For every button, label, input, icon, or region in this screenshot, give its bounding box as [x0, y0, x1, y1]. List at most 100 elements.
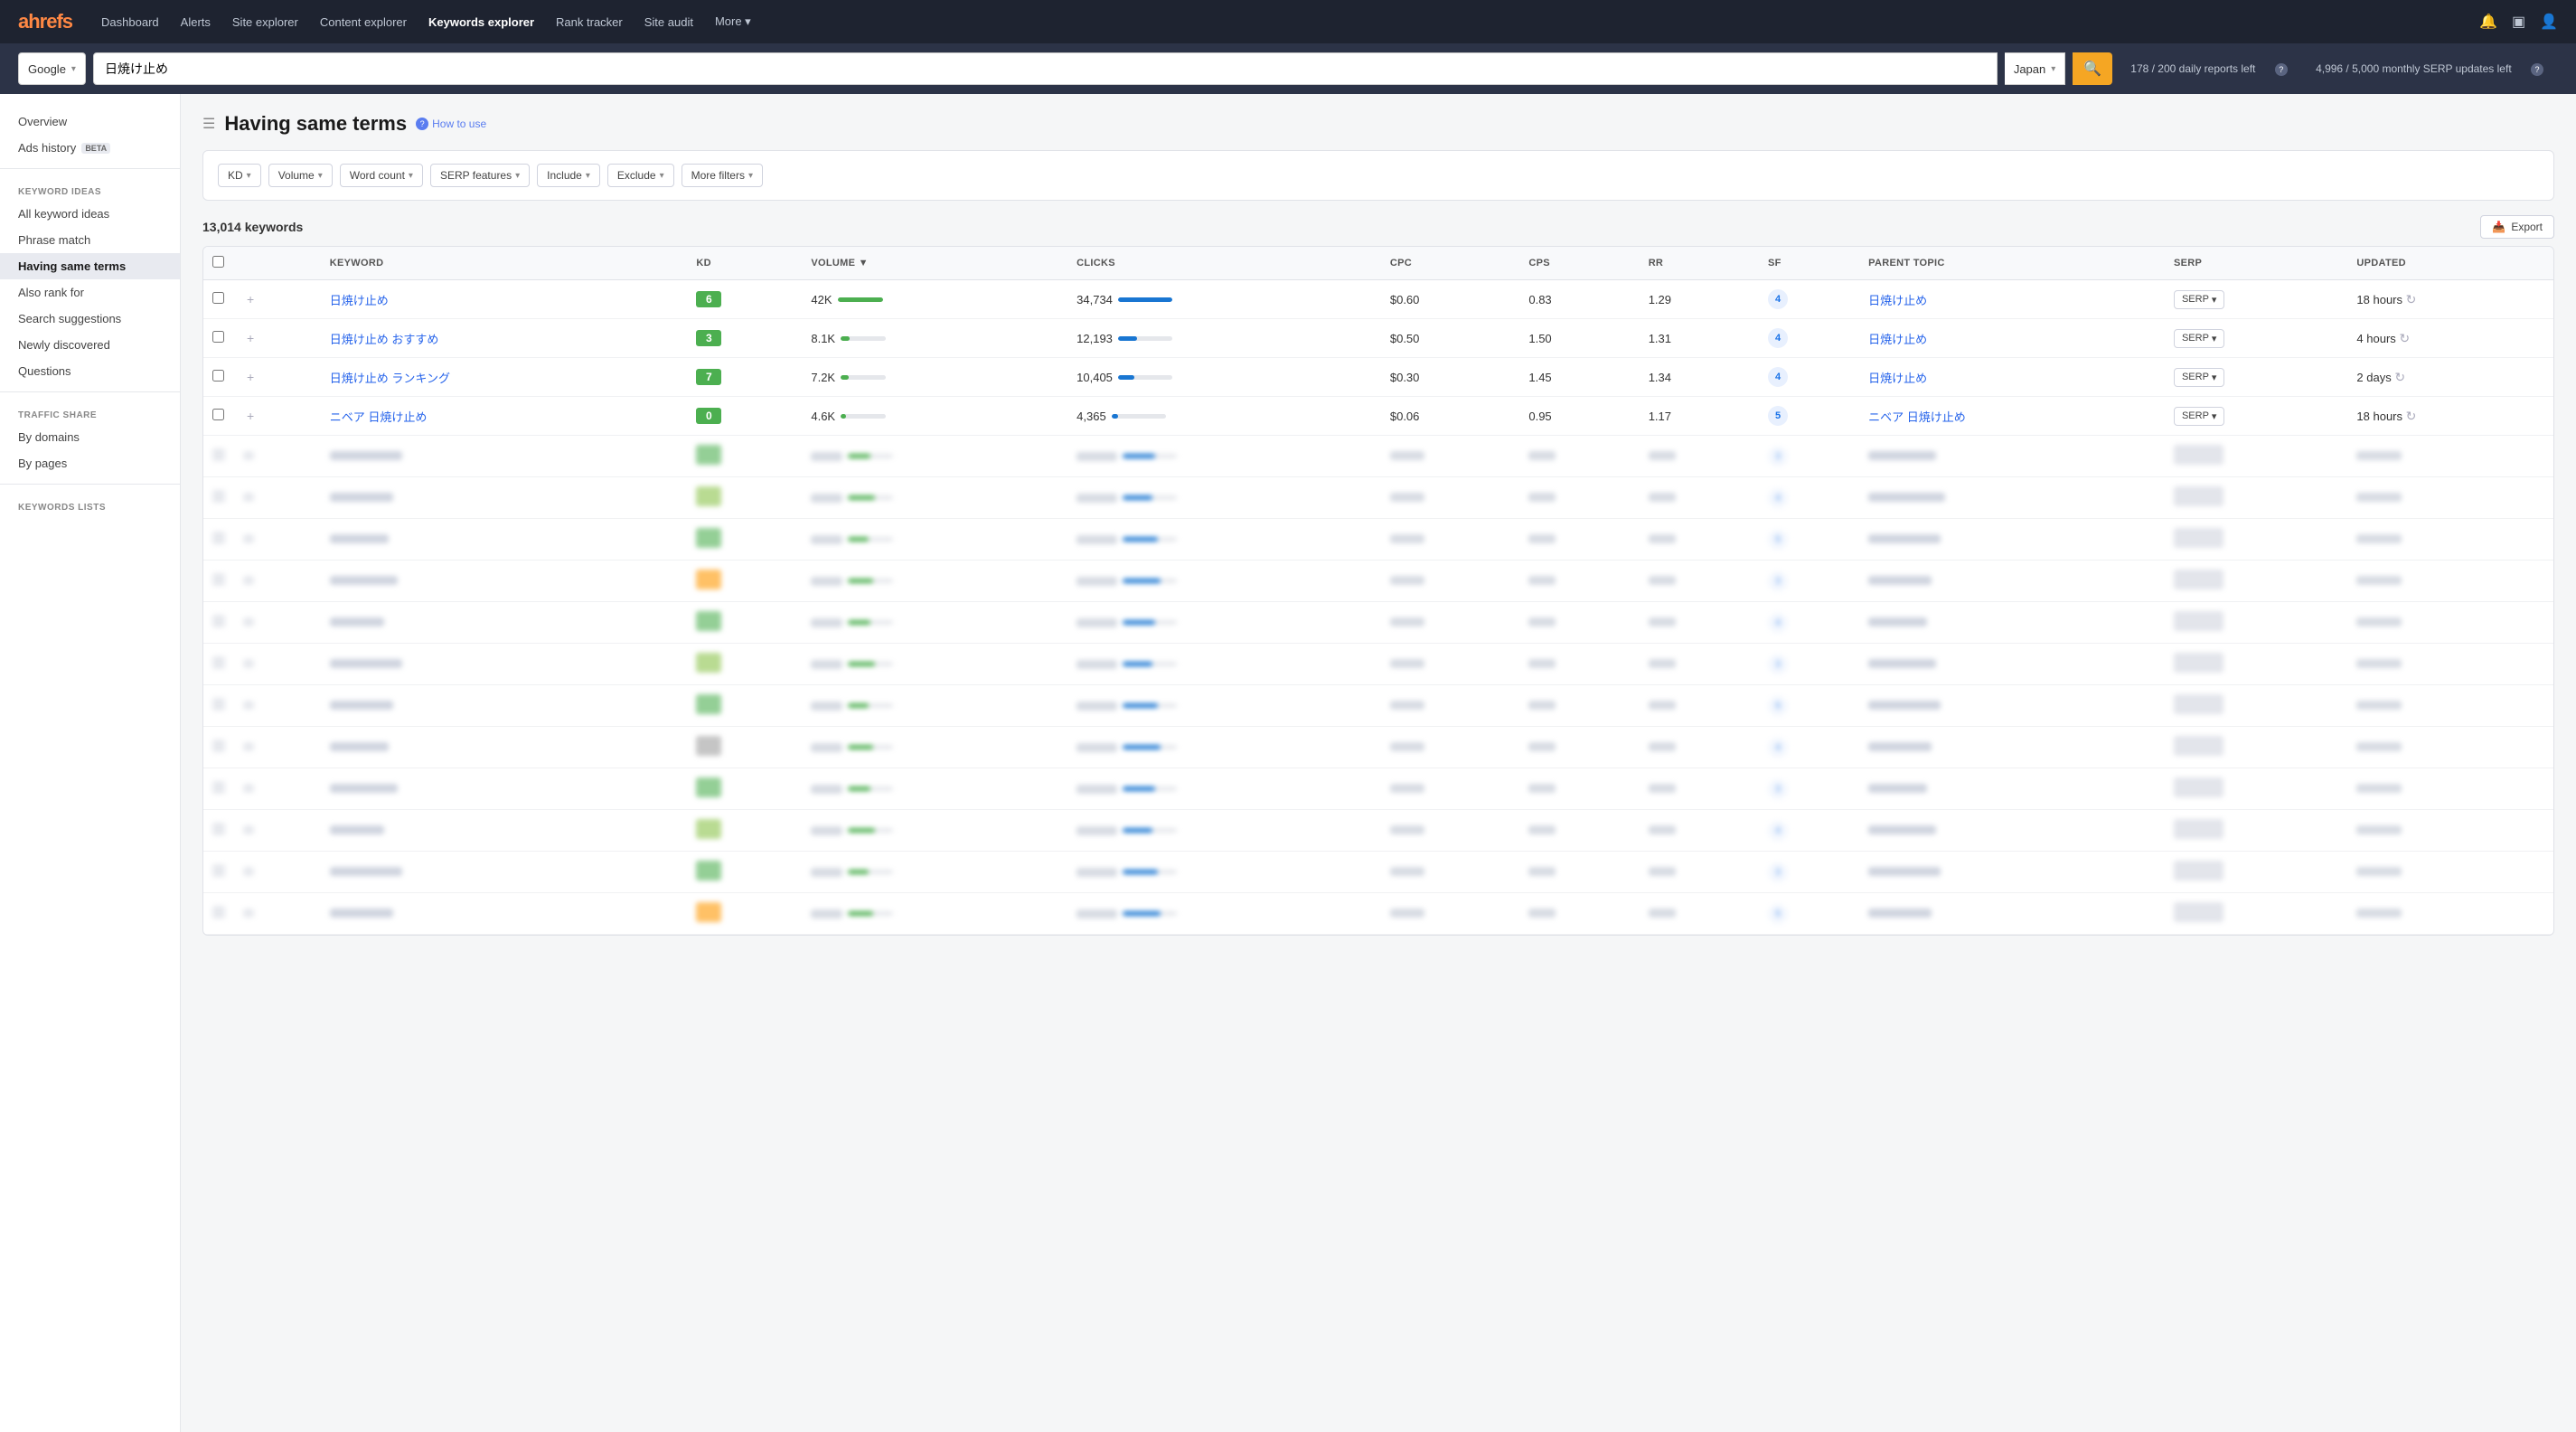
blurred-cps-11	[1519, 893, 1639, 935]
export-button[interactable]: 📥 Export	[2480, 215, 2554, 239]
filter-word-count[interactable]: Word count ▾	[340, 164, 423, 187]
keyword-link-3[interactable]: ニベア 日焼け止め	[330, 410, 428, 424]
filter-bar: KD ▾ Volume ▾ Word count ▾ SERP features…	[202, 150, 2554, 201]
nav-alerts[interactable]: Alerts	[181, 15, 211, 29]
blurred-serp-9	[2165, 810, 2347, 852]
filter-exclude-chevron: ▾	[660, 171, 664, 181]
refresh-icon-1[interactable]: ↻	[2399, 331, 2410, 345]
parent-topic-link-3[interactable]: ニベア 日焼け止め	[1868, 410, 1966, 424]
hamburger-icon[interactable]: ☰	[202, 115, 215, 133]
col-rr[interactable]: RR	[1640, 247, 1759, 280]
col-clicks[interactable]: Clicks	[1067, 247, 1381, 280]
blurred-clicks-11	[1067, 893, 1381, 935]
monthly-serp-stat: 4,996 / 5,000 monthly SERP updates left	[2316, 62, 2512, 75]
sidebar-item-ads-history[interactable]: Ads history BETA	[0, 135, 180, 161]
blurred-sf-6: 5	[1759, 685, 1859, 727]
sidebar-item-also-rank-for[interactable]: Also rank for	[0, 279, 180, 306]
col-cps[interactable]: CPS	[1519, 247, 1639, 280]
blurred-checkbox-0	[203, 436, 234, 477]
keyword-link-0[interactable]: 日焼け止め	[330, 294, 389, 307]
refresh-icon-0[interactable]: ↻	[2406, 292, 2417, 306]
nav-dashboard[interactable]: Dashboard	[101, 15, 159, 29]
add-keyword-icon-2[interactable]: +	[243, 370, 258, 384]
how-to-use-icon: ?	[416, 118, 428, 130]
keyword-link-2[interactable]: 日焼け止め ランキング	[330, 372, 450, 385]
row-select-0[interactable]	[212, 292, 224, 304]
keyword-link-1[interactable]: 日焼け止め おすすめ	[330, 333, 439, 346]
country-select[interactable]: Japan ▾	[2005, 52, 2065, 85]
search-button[interactable]: 🔍	[2073, 52, 2112, 85]
col-sf[interactable]: SF	[1759, 247, 1859, 280]
filter-exclude[interactable]: Exclude ▾	[607, 164, 674, 187]
blurred-keyword-4	[321, 602, 688, 644]
daily-info-icon[interactable]: ?	[2275, 63, 2288, 76]
row-select-1[interactable]	[212, 331, 224, 343]
search-input[interactable]	[93, 52, 1998, 85]
sidebar-item-by-domains[interactable]: By domains	[0, 424, 180, 450]
blurred-keyword-10	[321, 852, 688, 893]
sidebar-item-all-keyword-ideas[interactable]: All keyword ideas	[0, 201, 180, 227]
nav-keywords-explorer[interactable]: Keywords explorer	[428, 15, 534, 29]
select-all-checkbox[interactable]	[212, 256, 224, 268]
notification-icon[interactable]: 🔔	[2479, 13, 2497, 31]
row-checkbox-2	[203, 358, 234, 397]
filter-more[interactable]: More filters ▾	[682, 164, 763, 187]
volume-value-0: 42K	[811, 293, 832, 306]
col-cpc[interactable]: CPC	[1381, 247, 1520, 280]
blurred-cps-5	[1519, 644, 1639, 685]
col-kd[interactable]: KD	[687, 247, 802, 280]
parent-topic-link-2[interactable]: 日焼け止め	[1868, 372, 1927, 385]
sidebar-item-search-suggestions[interactable]: Search suggestions	[0, 306, 180, 332]
volume-bar-2	[841, 375, 849, 380]
col-keyword[interactable]: Keyword	[321, 247, 688, 280]
col-updated[interactable]: Updated	[2347, 247, 2553, 280]
serp-button-3[interactable]: SERP ▾	[2174, 407, 2225, 426]
blurred-kd-5	[687, 644, 802, 685]
sidebar-item-having-same-terms[interactable]: Having same terms	[0, 253, 180, 279]
blurred-checkbox-7	[203, 727, 234, 768]
add-keyword-icon-1[interactable]: +	[243, 331, 258, 345]
sidebar-item-overview[interactable]: Overview	[0, 108, 180, 135]
cpc-value-1: $0.50	[1390, 332, 1420, 345]
user-icon[interactable]: 👤	[2540, 13, 2558, 31]
sidebar-item-by-pages[interactable]: By pages	[0, 450, 180, 476]
add-keyword-icon-3[interactable]: +	[243, 409, 258, 423]
sidebar-item-newly-discovered[interactable]: Newly discovered	[0, 332, 180, 358]
serp-button-0[interactable]: SERP ▾	[2174, 290, 2225, 309]
filter-volume-label: Volume	[278, 169, 315, 182]
volume-bar-bg-0	[838, 297, 883, 302]
serp-chevron-0: ▾	[2212, 294, 2217, 306]
kd-badge-2: 7	[696, 369, 721, 385]
nav-rank-tracker[interactable]: Rank tracker	[556, 15, 623, 29]
refresh-icon-2[interactable]: ↻	[2394, 370, 2405, 384]
nav-content-explorer[interactable]: Content explorer	[320, 15, 407, 29]
blurred-cpc-7	[1381, 727, 1520, 768]
layout-icon[interactable]: ▣	[2512, 13, 2525, 31]
refresh-icon-3[interactable]: ↻	[2406, 409, 2417, 423]
sidebar-item-questions[interactable]: Questions	[0, 358, 180, 384]
blurred-add-5	[234, 644, 321, 685]
filter-kd[interactable]: KD ▾	[218, 164, 261, 187]
nav-site-explorer[interactable]: Site explorer	[232, 15, 298, 29]
row-select-2[interactable]	[212, 370, 224, 382]
col-parent-topic[interactable]: Parent topic	[1859, 247, 2165, 280]
clicks-bar-bg-3	[1112, 414, 1166, 419]
parent-topic-link-1[interactable]: 日焼け止め	[1868, 333, 1927, 346]
logo[interactable]: ahrefs	[18, 10, 72, 33]
how-to-use-link[interactable]: ? How to use	[416, 118, 486, 130]
serp-button-1[interactable]: SERP ▾	[2174, 329, 2225, 348]
sidebar-item-phrase-match[interactable]: Phrase match	[0, 227, 180, 253]
row-select-3[interactable]	[212, 409, 224, 420]
nav-more[interactable]: More ▾	[715, 14, 751, 29]
filter-volume[interactable]: Volume ▾	[268, 164, 333, 187]
add-keyword-icon-0[interactable]: +	[243, 292, 258, 306]
serp-button-2[interactable]: SERP ▾	[2174, 368, 2225, 387]
monthly-info-icon[interactable]: ?	[2531, 63, 2543, 76]
filter-serp-features[interactable]: SERP features ▾	[430, 164, 530, 187]
nav-site-audit[interactable]: Site audit	[644, 15, 693, 29]
engine-select[interactable]: Google ▾	[18, 52, 86, 85]
col-volume[interactable]: Volume ▼	[802, 247, 1067, 280]
parent-topic-link-0[interactable]: 日焼け止め	[1868, 294, 1927, 307]
filter-include[interactable]: Include ▾	[537, 164, 600, 187]
col-serp[interactable]: SERP	[2165, 247, 2347, 280]
